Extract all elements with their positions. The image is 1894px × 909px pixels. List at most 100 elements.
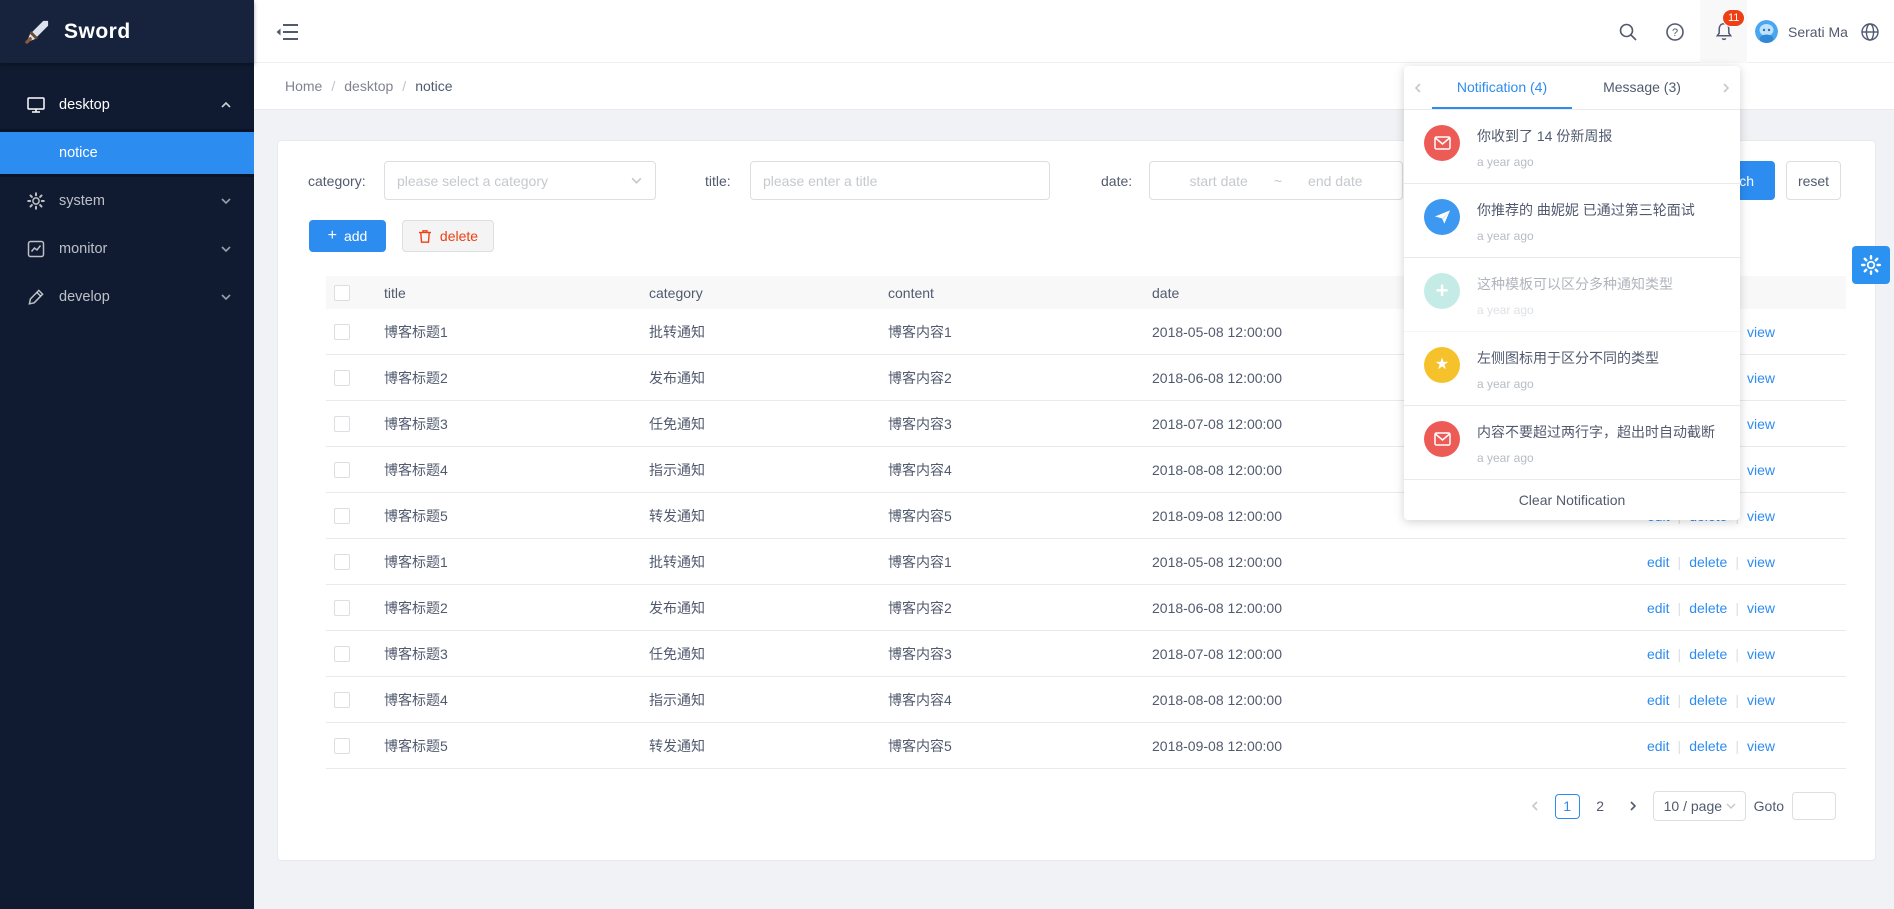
view-link[interactable]: view: [1747, 692, 1775, 708]
avatar[interactable]: [1755, 20, 1778, 43]
next-page-icon[interactable]: [1621, 794, 1645, 818]
sidebar-item-notice[interactable]: notice: [0, 132, 254, 174]
notification-item[interactable]: ★ 左侧图标用于区分不同的类型 a year ago: [1404, 332, 1740, 406]
breadcrumb-desktop[interactable]: desktop: [344, 78, 393, 94]
row-checkbox[interactable]: [334, 416, 350, 432]
cell-category: 指示通知: [649, 460, 888, 480]
notification-bell-button[interactable]: 11: [1700, 0, 1747, 63]
cell-title: 博客标题2: [384, 598, 649, 618]
notification-title: 左侧图标用于区分不同的类型: [1477, 348, 1659, 368]
row-checkbox[interactable]: [334, 508, 350, 524]
category-select[interactable]: please select a category: [384, 161, 656, 200]
cell-date: 2018-05-08 12:00:00: [1152, 324, 1436, 340]
category-select-placeholder: please select a category: [397, 173, 548, 189]
row-checkbox[interactable]: [334, 324, 350, 340]
notification-item[interactable]: + 这种模板可以区分多种通知类型 a year ago: [1404, 258, 1740, 332]
row-checkbox[interactable]: [334, 600, 350, 616]
plus-icon: +: [1424, 273, 1460, 309]
sidebar-collapse-icon[interactable]: [274, 18, 302, 46]
goto-page-input[interactable]: [1792, 792, 1836, 820]
view-link[interactable]: view: [1747, 600, 1775, 616]
page-button-2[interactable]: 2: [1588, 794, 1613, 819]
col-category: category: [649, 285, 888, 301]
end-date-placeholder: end date: [1308, 173, 1363, 189]
tab-message[interactable]: Message (3): [1572, 66, 1712, 109]
cell-content: 博客内容3: [888, 414, 1152, 434]
row-checkbox[interactable]: [334, 646, 350, 662]
edit-link[interactable]: edit: [1647, 692, 1670, 708]
title-input[interactable]: [751, 162, 1049, 199]
delete-link[interactable]: delete: [1689, 554, 1727, 570]
sidebar-item-develop[interactable]: develop: [0, 273, 254, 321]
view-link[interactable]: view: [1747, 462, 1775, 478]
goto-label: Goto: [1754, 798, 1784, 814]
row-checkbox[interactable]: [334, 554, 350, 570]
logo[interactable]: Sword: [0, 0, 254, 63]
cell-title: 博客标题5: [384, 736, 649, 756]
notification-item[interactable]: 内容不要超过两行字，超出时自动截断 a year ago: [1404, 406, 1740, 480]
sidebar-item-monitor[interactable]: monitor: [0, 225, 254, 273]
sidebar-item-desktop[interactable]: desktop: [0, 81, 254, 129]
star-icon: ★: [1424, 347, 1460, 383]
notification-item[interactable]: 你推荐的 曲妮妮 已通过第三轮面试 a year ago: [1404, 184, 1740, 258]
paper-plane-icon: [1424, 199, 1460, 235]
sidebar-item-system[interactable]: system: [0, 177, 254, 225]
view-link[interactable]: view: [1747, 370, 1775, 386]
date-range-input[interactable]: start date ~ end date: [1149, 161, 1403, 200]
edit-link[interactable]: edit: [1647, 554, 1670, 570]
chevron-down-icon: [1725, 800, 1737, 812]
page-button-1[interactable]: 1: [1555, 794, 1580, 819]
search-icon[interactable]: [1608, 0, 1648, 63]
col-content: content: [888, 285, 1152, 301]
view-link[interactable]: view: [1747, 508, 1775, 524]
page-size-select[interactable]: 10 / page: [1653, 791, 1746, 821]
delete-link[interactable]: delete: [1689, 646, 1727, 662]
notification-time: a year ago: [1477, 377, 1659, 391]
sidebar-item-label: develop: [59, 289, 220, 305]
view-link[interactable]: view: [1747, 646, 1775, 662]
prev-page-icon[interactable]: [1523, 794, 1547, 818]
desktop-icon: [26, 95, 46, 115]
tabs-next-icon[interactable]: [1712, 66, 1740, 109]
cell-content: 博客内容3: [888, 644, 1152, 664]
view-link[interactable]: view: [1747, 324, 1775, 340]
help-icon[interactable]: ?: [1655, 0, 1695, 63]
trash-icon: [418, 229, 432, 244]
table-row: 博客标题4 指示通知 博客内容4 2018-08-08 12:00:00 edi…: [326, 677, 1846, 723]
add-button[interactable]: + add: [309, 220, 386, 252]
tab-notification[interactable]: Notification (4): [1432, 66, 1572, 109]
select-all-checkbox[interactable]: [334, 285, 350, 301]
view-link[interactable]: view: [1747, 416, 1775, 432]
row-checkbox[interactable]: [334, 692, 350, 708]
theme-settings-button[interactable]: [1852, 246, 1890, 284]
tabs-prev-icon[interactable]: [1404, 66, 1432, 109]
row-checkbox[interactable]: [334, 738, 350, 754]
table-row: 博客标题5 转发通知 博客内容5 2018-09-08 12:00:00 edi…: [326, 723, 1846, 769]
title-input-wrap: [750, 161, 1050, 200]
row-checkbox[interactable]: [334, 462, 350, 478]
cell-date: 2018-07-08 12:00:00: [1152, 646, 1436, 662]
delete-link[interactable]: delete: [1689, 600, 1727, 616]
delete-link[interactable]: delete: [1689, 692, 1727, 708]
edit-link[interactable]: edit: [1647, 738, 1670, 754]
delete-link[interactable]: delete: [1689, 738, 1727, 754]
edit-link[interactable]: edit: [1647, 600, 1670, 616]
language-globe-icon[interactable]: [1850, 0, 1890, 63]
view-link[interactable]: view: [1747, 554, 1775, 570]
reset-button[interactable]: reset: [1786, 161, 1841, 200]
row-checkbox[interactable]: [334, 370, 350, 386]
plus-icon: +: [328, 227, 337, 245]
view-link[interactable]: view: [1747, 738, 1775, 754]
breadcrumb-home[interactable]: Home: [285, 78, 322, 94]
start-date-placeholder: start date: [1189, 173, 1247, 189]
user-name[interactable]: Serati Ma: [1788, 0, 1848, 63]
cell-title: 博客标题3: [384, 644, 649, 664]
edit-link[interactable]: edit: [1647, 646, 1670, 662]
notification-item[interactable]: 你收到了 14 份新周报 a year ago: [1404, 110, 1740, 184]
delete-button[interactable]: delete: [402, 220, 494, 252]
sidebar-item-label: system: [59, 193, 220, 209]
chevron-down-icon: [220, 291, 232, 303]
col-title: title: [384, 285, 649, 301]
sidebar-item-label: monitor: [59, 241, 220, 257]
clear-notification-button[interactable]: Clear Notification: [1404, 480, 1740, 520]
